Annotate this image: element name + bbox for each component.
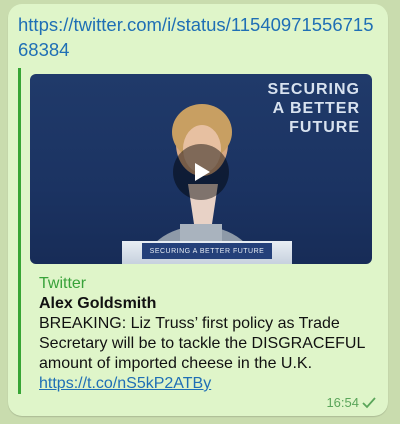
preview-site-name: Twitter (39, 275, 87, 292)
preview-description-text: BREAKING: Liz Truss’ first policy as Tra… (39, 315, 365, 372)
message-time: 16:54 (326, 395, 359, 410)
message-link[interactable]: https://twitter.com/i/status/11540971556… (18, 12, 378, 62)
check-icon (362, 396, 376, 408)
message-meta: 16:54 (326, 395, 376, 410)
preview-description-link[interactable]: https://t.co/nS5kP2ATBy (39, 375, 211, 392)
preview-title: Alex Goldsmith (39, 295, 157, 312)
message-bubble[interactable]: https://twitter.com/i/status/11540971556… (8, 4, 388, 416)
link-preview[interactable]: SECURING A BETTER FUTURE SECURING A BETT… (18, 68, 383, 394)
play-icon (195, 163, 210, 181)
podium: SECURING A BETTER FUTURE (122, 241, 292, 264)
play-button[interactable] (173, 144, 229, 200)
podium-sign: SECURING A BETTER FUTURE (142, 243, 272, 259)
preview-description: BREAKING: Liz Truss’ first policy as Tra… (39, 314, 383, 394)
video-thumbnail[interactable]: SECURING A BETTER FUTURE SECURING A BETT… (30, 74, 372, 264)
